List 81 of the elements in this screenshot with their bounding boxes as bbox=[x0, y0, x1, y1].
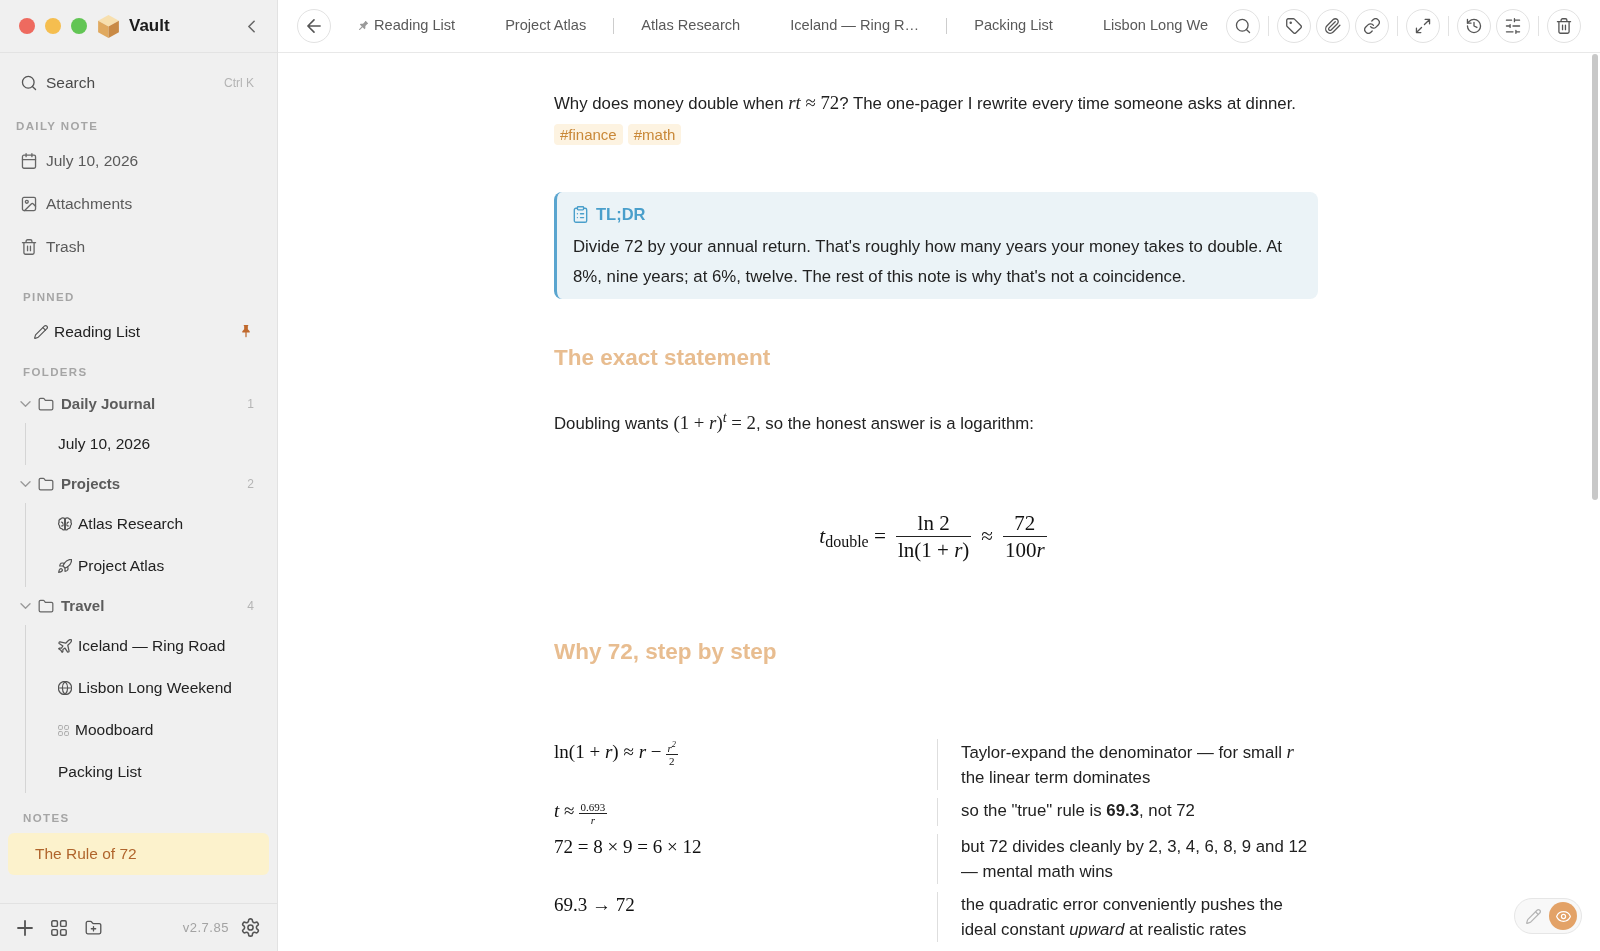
math-formula: 72 = 8 × 9 = 6 × 12 bbox=[554, 834, 702, 859]
arrow-left-icon bbox=[307, 19, 321, 33]
pencil-icon bbox=[34, 324, 48, 339]
version-label: v2.7.85 bbox=[182, 918, 229, 937]
pinned-note[interactable]: Reading List bbox=[8, 310, 269, 353]
step-explanation: the quadratic error conveniently pushes the ideal constant upward at realistic rates bbox=[937, 891, 1318, 942]
search-icon bbox=[1235, 18, 1251, 34]
callout-title: TL;DR bbox=[596, 203, 646, 225]
item-count: 2 bbox=[247, 476, 254, 493]
note-item[interactable]: The Rule of 72 bbox=[8, 833, 269, 875]
brain-icon bbox=[58, 517, 72, 531]
pencil-icon bbox=[1525, 908, 1541, 924]
globe-icon bbox=[58, 681, 72, 695]
callout-text: Divide 72 by your annual return. That's roughly how many years your money takes to double. At 8%, nine years; at 6%, twelve. The rest of this note is why that's not a coincidence. bbox=[573, 236, 1284, 288]
scrollbar-thumb[interactable] bbox=[1592, 54, 1598, 500]
tab[interactable]: Iceland — Ring R… bbox=[777, 10, 933, 42]
sidebar-item[interactable]: Trash bbox=[8, 225, 269, 268]
search-button[interactable]: Search Ctrl K bbox=[8, 65, 269, 101]
note-item[interactable]: Atlas Research bbox=[26, 503, 269, 545]
note-item[interactable]: Project Atlas bbox=[26, 545, 269, 587]
step-explanation: but 72 divides cleanly by 2, 3, 4, 6, 8, 9 and 12 — mental math wins bbox=[937, 833, 1318, 884]
section-heading: The exact statement bbox=[554, 344, 772, 372]
folder-row[interactable]: Daily Journal 1 bbox=[8, 385, 269, 423]
eye-icon bbox=[1555, 908, 1571, 924]
folder-row[interactable]: Projects 2 bbox=[8, 465, 269, 503]
chevron-left-icon bbox=[248, 19, 255, 33]
paperclip-icon bbox=[1325, 18, 1341, 34]
search-icon bbox=[21, 75, 37, 91]
section-label: PINNED bbox=[22, 290, 76, 305]
tag-icon bbox=[1286, 18, 1302, 34]
note-item[interactable]: Moodboard bbox=[26, 709, 269, 751]
plane-icon bbox=[58, 639, 72, 653]
cube-logo-icon bbox=[98, 14, 119, 38]
section-label: DAILY NOTE bbox=[15, 119, 100, 134]
expand-icon bbox=[1415, 18, 1431, 34]
folder-row[interactable]: Travel 4 bbox=[8, 587, 269, 625]
step-explanation: so the "true" rule is 69.3, not 72 bbox=[937, 798, 1318, 826]
keyboard-shortcut: Ctrl K bbox=[224, 75, 254, 92]
sidebar-item[interactable]: Attachments bbox=[8, 182, 269, 225]
tab[interactable]: Reading List bbox=[345, 10, 469, 42]
sidebar-item[interactable]: July 10, 2026 bbox=[8, 139, 269, 182]
tab[interactable]: Project Atlas bbox=[492, 10, 600, 42]
new-folder-button[interactable] bbox=[85, 919, 102, 936]
note-item[interactable]: Iceland — Ring Road bbox=[26, 625, 269, 667]
math-formula: 69.3 → 72 bbox=[554, 892, 635, 917]
section-heading: Why 72, step by step bbox=[554, 638, 778, 666]
plus-icon bbox=[17, 919, 33, 936]
trash-icon bbox=[21, 238, 37, 255]
history-icon bbox=[1466, 18, 1482, 34]
note-item[interactable]: Packing List bbox=[26, 751, 269, 793]
section-label: FOLDERS bbox=[22, 365, 89, 380]
folder-icon bbox=[38, 598, 54, 614]
rocket-icon bbox=[58, 559, 72, 573]
add-button[interactable] bbox=[17, 919, 33, 936]
tab[interactable]: Packing List bbox=[961, 10, 1066, 42]
collapse-sidebar-button[interactable] bbox=[248, 19, 255, 33]
section-label: NOTES bbox=[22, 811, 71, 826]
note-item[interactable]: July 10, 2026 bbox=[26, 423, 269, 465]
clipboard-list-icon bbox=[573, 205, 588, 223]
grid-view-button[interactable] bbox=[51, 919, 67, 936]
image-icon bbox=[21, 195, 37, 212]
calendar-icon bbox=[21, 152, 37, 169]
folder-icon bbox=[38, 476, 54, 492]
item-count: 4 bbox=[247, 598, 254, 615]
note-item[interactable]: Lisbon Long Weekend bbox=[26, 667, 269, 709]
settings-icon bbox=[241, 918, 260, 937]
close-button[interactable] bbox=[19, 18, 35, 34]
trash-icon bbox=[1556, 18, 1572, 34]
folder-icon bbox=[38, 396, 54, 412]
tab[interactable]: Lisbon Long We bbox=[1089, 10, 1222, 42]
paragraph: Doubling wants (1 + r)$^{t}$ = 2, so the honest answer is a logarithm: bbox=[554, 409, 1035, 435]
tab[interactable]: Atlas Research bbox=[628, 10, 754, 42]
link-icon bbox=[1364, 18, 1380, 34]
app-name: Vault bbox=[129, 15, 170, 38]
grid-icon bbox=[51, 919, 67, 936]
settings-button[interactable] bbox=[241, 918, 260, 937]
folder-plus-icon bbox=[85, 919, 102, 936]
item-count: 1 bbox=[247, 396, 254, 413]
sliders-icon bbox=[1505, 18, 1521, 34]
grid-icon bbox=[58, 724, 69, 736]
paragraph: Why does money double when rt ≈ 72? The one-pager I rewrite every time someone asks at dinner. bbox=[554, 91, 1297, 115]
